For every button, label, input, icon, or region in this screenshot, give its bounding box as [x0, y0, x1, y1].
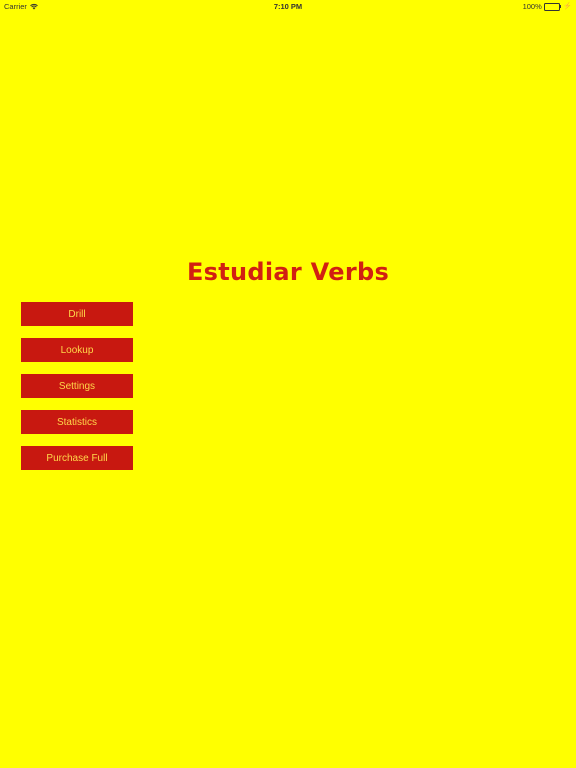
- lookup-button[interactable]: Lookup: [21, 338, 133, 362]
- wifi-icon: [30, 3, 38, 10]
- status-right: 100% ⚡: [523, 2, 572, 11]
- drill-button[interactable]: Drill: [21, 302, 133, 326]
- battery-icon: [543, 2, 562, 11]
- settings-button[interactable]: Settings: [21, 374, 133, 398]
- carrier-label: Carrier: [4, 2, 27, 11]
- charging-icon: ⚡: [563, 3, 572, 10]
- purchase-full-button[interactable]: Purchase Full: [21, 446, 133, 470]
- battery-percent: 100%: [522, 2, 542, 11]
- statistics-button[interactable]: Statistics: [21, 410, 133, 434]
- status-bar: Carrier 7:10 PM 100% ⚡: [0, 0, 576, 12]
- main-menu: Drill Lookup Settings Statistics Purchas…: [21, 302, 133, 470]
- status-left: Carrier: [4, 2, 38, 11]
- status-time: 7:10 PM: [273, 2, 303, 11]
- app-title: Estudiar Verbs: [186, 258, 390, 286]
